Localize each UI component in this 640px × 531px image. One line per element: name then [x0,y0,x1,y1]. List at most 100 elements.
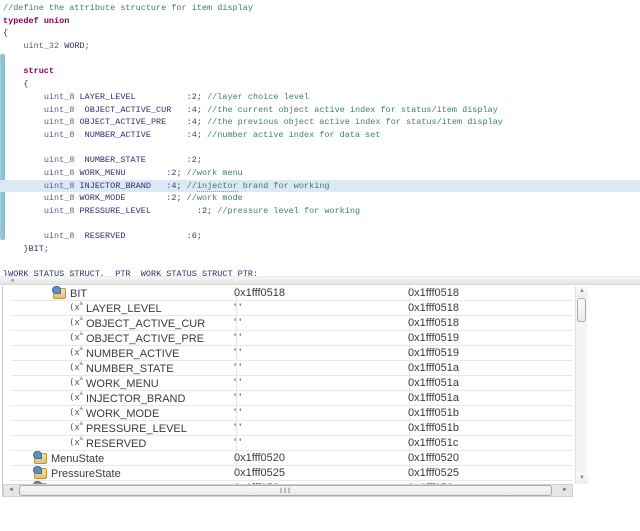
code-line[interactable]: //define the attribute structure for ite… [3,2,640,15]
code-segment-p: :2; [136,92,207,102]
code-line[interactable]: }WORK_STATUS_STRUCT, _PTR_ WORK_STATUS_S… [3,268,640,276]
code-line[interactable] [3,53,640,66]
variable-name: NUMBER_STATE [86,363,174,375]
code-line[interactable]: uint_8 NUMBER_STATE :2; [3,154,640,167]
code-segment-n: OBJECT_ACTIVE_PRE [80,117,167,127]
code-line[interactable]: uint_8 WORK_MODE :2; //work mode [3,192,640,205]
variable-name-cell[interactable]: (xRESERVED [11,436,228,451]
variable-value-cell[interactable]: ' ' [234,377,400,391]
variable-value-cell[interactable]: 0x1fff0520 [234,452,400,466]
code-segment-n: BIT [29,244,44,254]
table-row[interactable]: (xINJECTOR_BRAND' '0x1fff051a [11,391,573,406]
variable-value-cell[interactable]: ' ' [234,362,400,376]
code-segment-p [3,130,44,140]
table-row[interactable]: (xOBJECT_ACTIVE_PRE ' ' 0x1fff0519 [11,331,573,346]
variable-name-cell[interactable]: MenuState [11,451,228,466]
table-row[interactable]: (xPRESSURE_LEVEL ' ' 0x1fff051b [11,421,573,436]
variable-name-cell[interactable]: (xOBJECT_ACTIVE_PRE [11,331,228,346]
variable-value-cell[interactable]: 0x1fff0518 [234,287,400,301]
code-line[interactable]: uint_8 WORK_MENU :2; //work menu [3,167,640,180]
variable-address-cell: 0x1fff051b [408,407,568,421]
code-line[interactable] [3,218,640,231]
variable-name-cell[interactable]: (xWORK_MENU [11,376,228,391]
scroll-up-button[interactable]: ▲ [576,286,588,297]
variable-value-cell[interactable]: ' ' [234,407,400,421]
code-line[interactable]: uint_8 PRESSURE_LEVEL :2; //pressure lev… [3,205,640,218]
code-segment-p: :2; [146,155,202,165]
code-editor[interactable]: //define the attribute structure for ite… [0,0,640,276]
scroll-right-button[interactable]: ► [558,485,572,496]
variable-name: BIT [70,288,87,300]
vertical-scrollbar-thumb[interactable] [577,298,586,322]
table-row[interactable]: PressureState0x1fff05250x1fff0525 [11,466,573,481]
code-segment-c: //layer choice level [207,92,309,102]
variable-address-cell: 0x1fff0519 [408,332,568,346]
variable-value-cell[interactable]: ' ' [234,317,400,331]
code-line[interactable]: typedef union [3,15,640,28]
variables-table[interactable]: BIT0x1fff05180x1fff0518(xLAYER_LEVEL' '0… [11,286,573,484]
table-row[interactable]: (xRESERVED' '0x1fff051c [11,436,573,451]
table-row[interactable]: (xNUMBER_STATE' '0x1fff051a [11,361,573,376]
code-segment-t: uint_8 [44,155,75,165]
table-row[interactable]: BIT0x1fff05180x1fff0518 [11,286,573,301]
code-segment-p: { [3,79,29,89]
variable-value-cell[interactable]: ' ' [234,347,400,361]
horizontal-scrollbar[interactable]: ◄ ‖‖‖ ► [3,484,573,497]
table-row[interactable]: (xOBJECT_ACTIVE_CUR' '0x1fff0518 [11,316,573,331]
code-line[interactable]: { [3,78,640,91]
table-row[interactable]: (xWORK_MODE ' ' 0x1fff051b [11,406,573,421]
variable-name: MenuState [51,453,104,465]
variable-name-cell[interactable]: BIT [11,286,228,301]
variable-value-cell[interactable]: ' ' [234,302,400,316]
code-line[interactable]: uint_8 RESERVED :6; [3,230,640,243]
variable-name-cell[interactable]: (xLAYER_LEVEL [11,301,228,316]
variable-icon: (x [69,393,83,404]
code-line-highlighted[interactable]: uint_8 INJECTOR_BRAND :4; //injector bra… [0,180,640,193]
variable-name-cell[interactable]: (xNUMBER_STATE [11,361,228,376]
table-row[interactable]: (xNUMBER_ACTIVE' '0x1fff0519 [11,346,573,361]
code-line[interactable]: uint_8 NUMBER_ACTIVE :4; //number active… [3,129,640,142]
code-segment-n: LAYER_LEVEL [80,92,136,102]
variable-name-cell[interactable]: (xINJECTOR_BRAND [11,391,228,406]
variable-value-cell[interactable]: 0x1fff0525 [234,467,400,481]
scroll-left-button[interactable]: ◄ [4,485,18,496]
code-line[interactable]: struct [3,65,640,78]
variable-address-cell: 0x1fff0520 [408,452,568,466]
variable-icon: (x [69,378,83,389]
variable-name-cell[interactable]: (xPRESSURE_LEVEL [11,421,228,436]
variable-name-cell[interactable]: (xNUMBER_ACTIVE [11,346,228,361]
code-segment-t: uint_8 [44,181,75,191]
code-segment-p [3,66,23,76]
code-line[interactable] [3,256,640,269]
code-line[interactable]: { [3,27,640,40]
table-row[interactable]: (xWORK_MENU' '0x1fff051a [11,376,573,391]
table-row[interactable]: MenuState 0x1fff0520 0x1fff0520 [11,451,573,466]
variable-address-cell: 0x1fff051b [408,422,568,436]
code-line[interactable]: uint_32 WORD; [3,40,640,53]
variable-name-cell[interactable]: (xOBJECT_ACTIVE_CUR [11,316,228,331]
code-lines[interactable]: //define the attribute structure for ite… [3,2,640,276]
code-segment-c: //the previous object active index for s… [207,117,503,127]
vertical-scrollbar[interactable]: ▲ ▼ [575,286,587,484]
code-segment-c: //work menu [187,168,243,178]
scroll-left-icon[interactable]: ◄ [9,278,15,285]
code-line[interactable]: }BIT; [3,243,640,256]
code-line[interactable]: uint_8 OBJECT_ACTIVE_PRE :4; //the previ… [3,116,640,129]
code-segment-c: //the current object active index for st… [207,105,498,115]
variable-name-cell[interactable]: (xWORK_MODE [11,406,228,421]
editor-horizontal-scrollbar[interactable]: ◄ [0,276,640,285]
code-line[interactable]: uint_8 LAYER_LEVEL :2; //layer choice le… [3,91,640,104]
variable-value-cell[interactable]: ' ' [234,437,400,451]
variable-name-cell[interactable]: PressureState [11,466,228,481]
variable-value-cell[interactable]: ' ' [234,422,400,436]
horizontal-scrollbar-thumb[interactable]: ‖‖‖ [19,485,552,496]
code-line[interactable]: uint_8 OBJECT_ACTIVE_CUR :4; //the curre… [3,104,640,117]
variable-icon: (x [69,438,83,449]
table-row[interactable]: (xLAYER_LEVEL' '0x1fff0518 [11,301,573,316]
code-line[interactable] [3,142,640,155]
scroll-down-button[interactable]: ▼ [576,473,588,484]
variable-value-cell[interactable]: ' ' [234,332,400,346]
code-segment-p [3,117,44,127]
variable-value-cell[interactable]: ' ' [234,392,400,406]
code-segment-t: uint_8 [44,130,75,140]
